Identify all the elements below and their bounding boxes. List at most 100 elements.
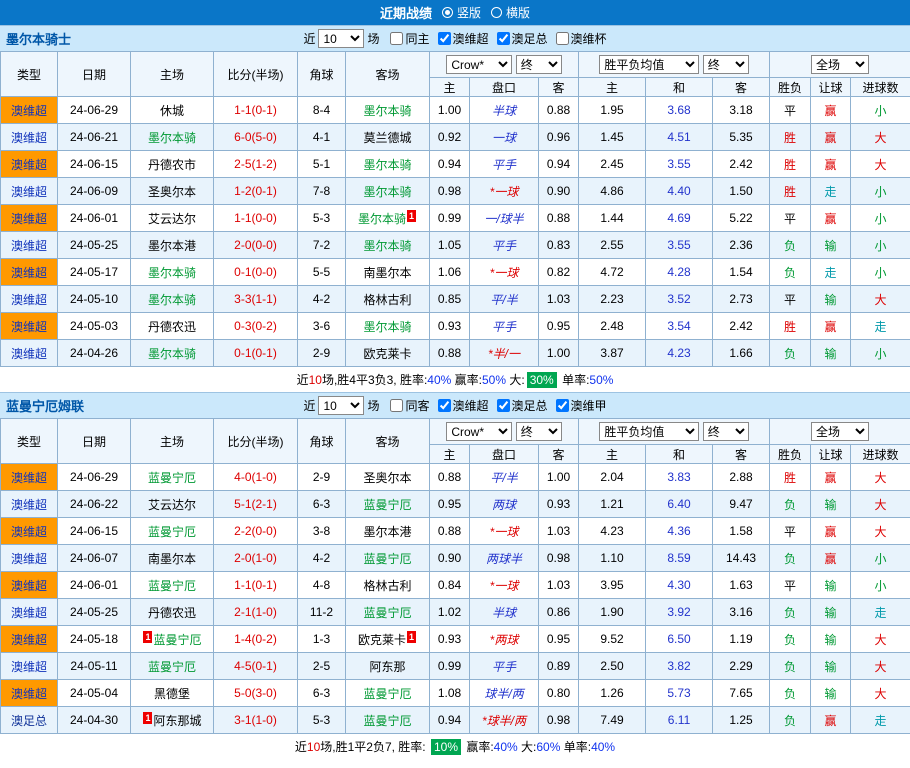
date-cell: 24-06-15 [58,518,131,545]
avg-home-cell: 3.87 [579,340,646,367]
layout-option-vertical[interactable]: 竖版 [442,4,481,21]
red-card-badge: 1 [143,712,152,724]
avg-home-cell: 3.95 [579,572,646,599]
team-name: 墨尔本骑 [148,266,196,280]
league-filter-澳足总[interactable]: 澳足总 [497,397,548,414]
bookmaker-select[interactable]: Crow* [446,55,512,74]
avg-away-cell: 7.65 [713,680,770,707]
league-filter-澳维杯[interactable]: 澳维杯 [556,30,607,47]
checkbox-input[interactable] [556,399,569,412]
avg-draw-cell: 3.92 [646,599,713,626]
home-team-cell: 丹德农市 [131,151,214,178]
odds-away-cell: 0.98 [539,545,579,572]
checkbox-input[interactable] [390,399,403,412]
radio-unselected-icon[interactable] [491,7,502,18]
avg-draw-cell: 3.82 [646,653,713,680]
sub-header-avg-home: 主 [579,78,646,97]
avg-home-cell: 1.45 [579,124,646,151]
odds-home-cell: 0.99 [430,653,470,680]
goals-result-cell: 小 [851,232,910,259]
odds-away-cell: 0.95 [539,313,579,340]
goals-result-cell: 走 [851,707,910,734]
avg-draw-cell: 6.11 [646,707,713,734]
radio-selected-icon[interactable] [442,7,453,18]
goals-result-cell: 大 [851,518,910,545]
handicap-line-cell: 平手 [470,313,539,340]
avg-away-cell: 3.18 [713,97,770,124]
home-team-cell: 蓝曼宁厄 [131,464,214,491]
odds-header-group: Crow* 终 [430,52,579,78]
match-row: 澳维超24-06-22艾云达尔5-1(2-1)6-3蓝曼宁厄0.95两球0.93… [1,491,910,518]
corners-cell: 4-1 [298,124,346,151]
outcome-cell: 负 [770,653,811,680]
odds-final-select[interactable]: 终 [516,55,562,74]
layout-option-horizontal[interactable]: 横版 [491,4,530,21]
avg-draw-cell: 3.52 [646,286,713,313]
league-filter-同主[interactable]: 同主 [390,30,429,47]
score-cell: 2-1(1-0) [214,599,298,626]
checkbox-input[interactable] [438,32,451,45]
stat-segment: 近 [295,738,307,755]
home-team-cell: 墨尔本骑 [131,259,214,286]
handicap-line-cell: 半球 [470,97,539,124]
date-cell: 24-06-01 [58,205,131,232]
avg-final-select[interactable]: 终 [703,422,749,441]
team-name: 蓝曼宁厄 [148,525,196,539]
odds-home-cell: 0.88 [430,340,470,367]
home-team-cell: 1蓝曼宁厄 [131,626,214,653]
league-filter-同客[interactable]: 同客 [390,397,429,414]
stat-segment: 60% [536,740,560,754]
league-filter-澳维甲[interactable]: 澳维甲 [556,397,607,414]
checkbox-input[interactable] [390,32,403,45]
avg-odds-select[interactable]: 胜平负均值 [599,422,699,441]
home-team-cell: 墨尔本骑 [131,340,214,367]
avg-away-cell: 1.25 [713,707,770,734]
stat-segment: 40% [427,373,451,387]
avg-home-cell: 1.26 [579,680,646,707]
date-cell: 24-05-25 [58,232,131,259]
league-filter-澳维超[interactable]: 澳维超 [438,397,489,414]
team-name: 丹德农迅 [148,320,196,334]
checkbox-input[interactable] [438,399,451,412]
league-filter-澳足总[interactable]: 澳足总 [497,30,548,47]
handicap-line-cell: 一/球半 [470,205,539,232]
match-count-select[interactable]: 10 [318,29,364,48]
bookmaker-select[interactable]: Crow* [446,422,512,441]
match-row: 澳维超24-05-181蓝曼宁厄1-4(0-2)1-3欧克莱卡10.93*两球0… [1,626,910,653]
outcome-cell: 平 [770,97,811,124]
avg-odds-select[interactable]: 胜平负均值 [599,55,699,74]
odds-away-cell: 0.82 [539,259,579,286]
goals-result-cell: 走 [851,599,910,626]
league-cell: 澳维超 [1,491,58,518]
checkbox-input[interactable] [556,32,569,45]
match-count-select[interactable]: 10 [318,396,364,415]
avg-final-select[interactable]: 终 [703,55,749,74]
avg-home-cell: 2.55 [579,232,646,259]
league-filter-澳维超[interactable]: 澳维超 [438,30,489,47]
col-header-date: 日期 [58,419,131,464]
match-row: 澳维超24-05-25丹德农迅2-1(1-0)11-2蓝曼宁厄1.02半球0.8… [1,599,910,626]
avg-away-cell: 9.47 [713,491,770,518]
handicap-line-cell: 平/半 [470,464,539,491]
checkbox-label: 同主 [405,30,429,47]
goals-result-cell: 大 [851,124,910,151]
avg-draw-cell: 3.55 [646,151,713,178]
score-cell: 1-1(0-1) [214,97,298,124]
away-team-cell: 墨尔本骑 [346,232,430,259]
team-name: 蓝曼宁厄 [153,633,201,647]
avg-away-cell: 2.42 [713,313,770,340]
away-team-cell: 墨尔本骑 [346,97,430,124]
checkbox-input[interactable] [497,32,510,45]
corners-cell: 8-4 [298,97,346,124]
team-name: 圣奥尔本 [148,185,196,199]
matches-table: 类型 日期 主场 比分(半场) 角球 客场 Crow* 终 胜平负均值 终 [0,51,910,367]
red-card-badge: 1 [143,631,152,643]
home-team-cell: 休城 [131,97,214,124]
scope-select[interactable]: 全场 [811,422,869,441]
score-cell: 6-0(5-0) [214,124,298,151]
home-team-cell: 丹德农迅 [131,599,214,626]
team-name: 圣奥尔本 [363,471,411,485]
checkbox-input[interactable] [497,399,510,412]
odds-final-select[interactable]: 终 [516,422,562,441]
scope-select[interactable]: 全场 [811,55,869,74]
